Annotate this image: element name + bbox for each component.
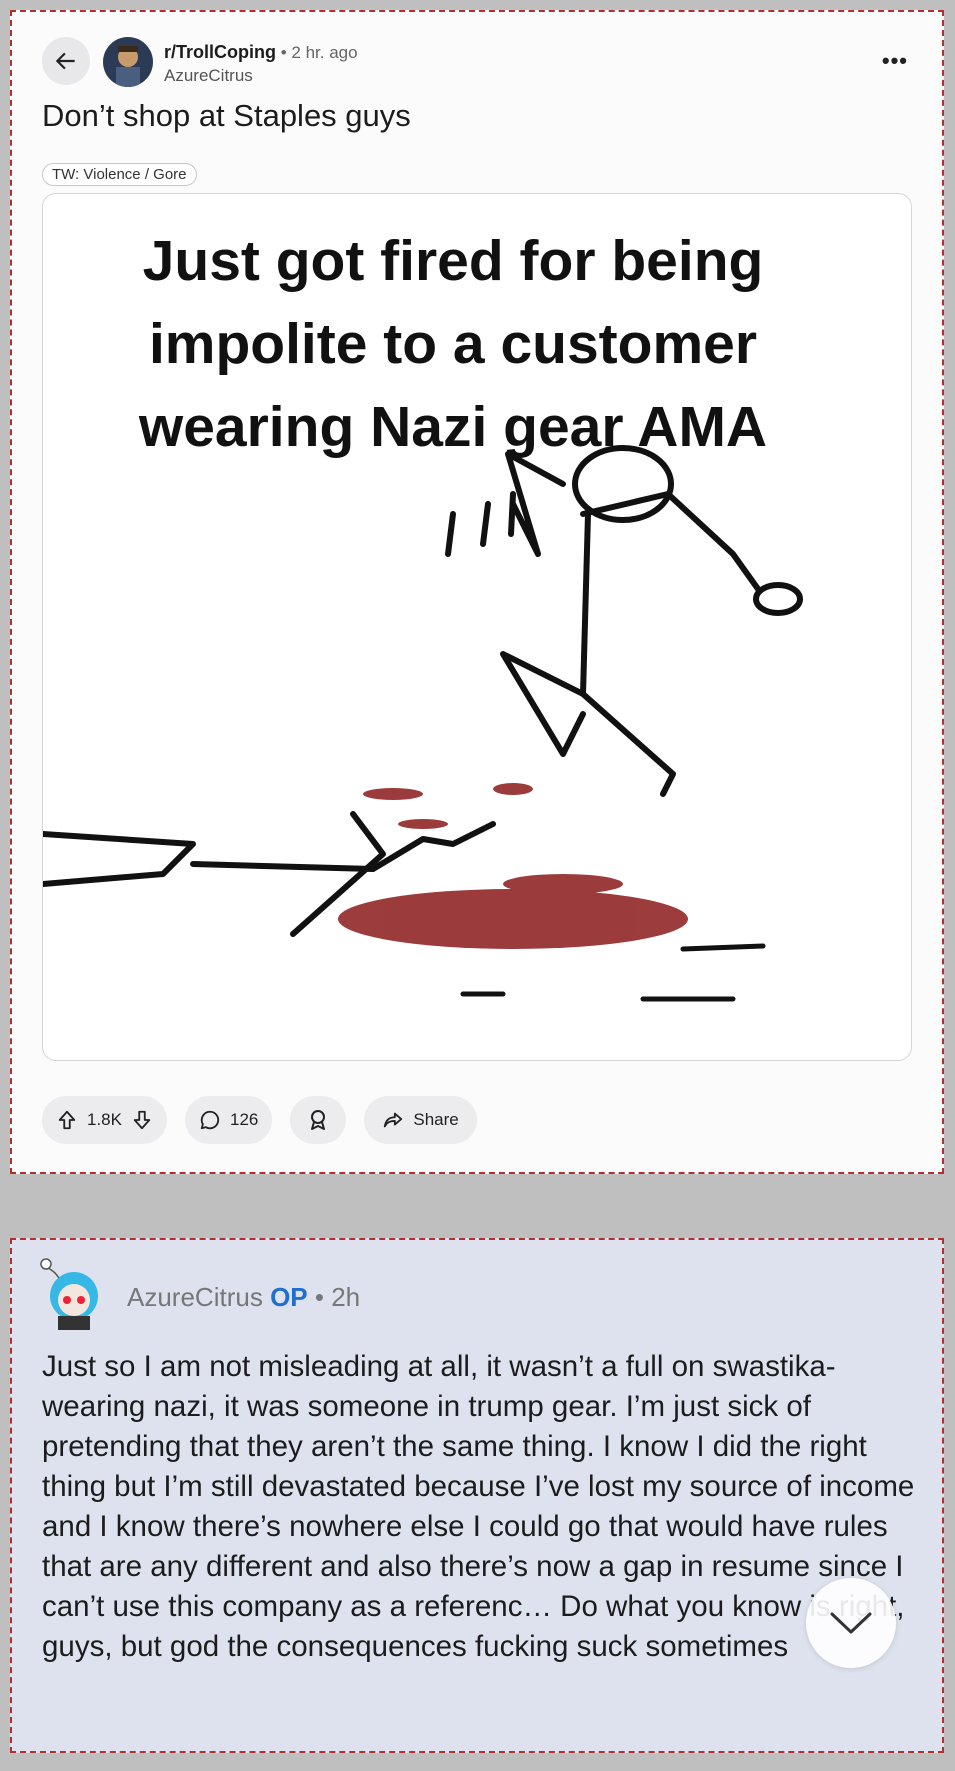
comment-age: • 2h — [307, 1282, 361, 1312]
scroll-down-button[interactable] — [806, 1578, 896, 1668]
comment-avatar[interactable] — [38, 1258, 110, 1330]
post-age: • 2 hr. ago — [276, 43, 358, 62]
share-icon — [384, 1112, 403, 1128]
vote-count: 1.8K — [87, 1110, 122, 1129]
flair-tag: TW: Violence / Gore — [42, 163, 197, 186]
post-card: r/TrollCoping • 2 hr. ago AzureCitrus ••… — [10, 10, 944, 1174]
op-badge: OP — [270, 1282, 308, 1312]
post-title: Don’t shop at Staples guys — [42, 98, 411, 133]
post-author[interactable]: AzureCitrus — [164, 66, 253, 86]
subreddit-avatar[interactable] — [103, 37, 153, 87]
back-arrow-icon — [55, 52, 75, 70]
comment-body: Just so I am not misleading at all, it w… — [42, 1350, 915, 1663]
comment-header: AzureCitrus OP • 2h — [127, 1282, 360, 1313]
downvote-icon[interactable] — [131, 1109, 153, 1131]
comment-icon — [200, 1110, 220, 1130]
award-button[interactable] — [290, 1096, 347, 1144]
more-icon[interactable]: ••• — [882, 48, 908, 74]
award-icon — [311, 1110, 326, 1130]
share-button[interactable]: Share — [364, 1096, 477, 1144]
post-actions: 1.8K 126 Share — [42, 1096, 477, 1144]
comment-author[interactable]: AzureCitrus — [127, 1282, 263, 1312]
post-image[interactable]: Just got fired for being impolite to a c… — [42, 193, 912, 1061]
stick-figure-drawing — [43, 445, 803, 1002]
comments-button[interactable]: 126 — [184, 1096, 273, 1144]
upvote-icon[interactable] — [56, 1109, 78, 1131]
share-label: Share — [413, 1110, 459, 1129]
vote-control: 1.8K — [42, 1096, 167, 1144]
comment-count: 126 — [229, 1110, 259, 1129]
comment-card: AzureCitrus OP • 2h Just so I am not mis… — [10, 1238, 944, 1753]
chevron-down-icon — [830, 1612, 872, 1634]
back-button[interactable] — [42, 37, 90, 85]
subreddit-link[interactable]: r/TrollCoping • 2 hr. ago — [164, 42, 358, 63]
